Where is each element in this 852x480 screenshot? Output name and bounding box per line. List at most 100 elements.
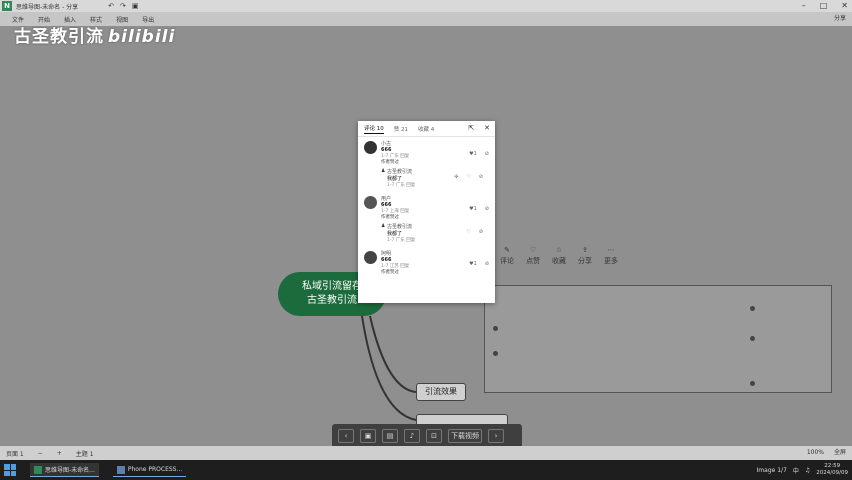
clock[interactable]: 22:59 2024/09/09 bbox=[816, 463, 848, 477]
volume-icon[interactable]: ♪ bbox=[404, 429, 420, 443]
share-icon: ⇪ bbox=[582, 246, 588, 254]
like-count: 1 bbox=[473, 151, 477, 157]
close-icon[interactable]: ✕ bbox=[841, 0, 848, 12]
image-dot bbox=[750, 306, 755, 311]
image-dot bbox=[750, 381, 755, 386]
zoom-level[interactable]: 100% bbox=[807, 446, 824, 460]
like-button[interactable]: ♥1 bbox=[469, 206, 477, 212]
image-dot bbox=[493, 351, 498, 356]
status-theme: 主题 1 bbox=[75, 450, 94, 458]
floating-toolbar: ✎ 评论 ♡ 点赞 ☆ 收藏 ⇪ 分享 ⋯ 更多 bbox=[500, 246, 618, 266]
tool-fav[interactable]: ☆ 收藏 bbox=[552, 246, 566, 266]
window-controls: – □ ✕ bbox=[802, 0, 848, 12]
window-title: 思维导图-未命名 - 分享 bbox=[16, 3, 79, 11]
reply-actions: ✣ ♡ ⊘ bbox=[454, 174, 483, 180]
taskbar-app-phone[interactable]: Phone PROCESS... bbox=[112, 464, 187, 477]
reply-item: ♟ 古圣教引流 我都了 1-7 广东 回复 ♡ ⊘ bbox=[381, 223, 489, 243]
status-bar: 页面 1 − + 主题 1 100% 全屏 bbox=[0, 446, 852, 460]
tool-like-label: 点赞 bbox=[526, 257, 540, 265]
tool-share[interactable]: ⇪ 分享 bbox=[578, 246, 592, 266]
avatar bbox=[364, 196, 377, 209]
tab-comments[interactable]: 评论 10 bbox=[364, 124, 384, 134]
tool-more-label: 更多 bbox=[604, 257, 618, 265]
max-icon[interactable]: □ bbox=[820, 0, 828, 12]
tool-comment[interactable]: ✎ 评论 bbox=[500, 246, 514, 266]
title-bar: N 思维导图-未命名 - 分享 ↶ ↷ ▣ – □ ✕ bbox=[0, 0, 852, 12]
tool-fav-label: 收藏 bbox=[552, 257, 566, 265]
comment-author: 阿明 bbox=[381, 251, 392, 257]
play-icon[interactable]: ▣ bbox=[360, 429, 376, 443]
fullscreen-button[interactable]: 全屏 bbox=[834, 446, 846, 460]
tray-status: Image 1/7 bbox=[756, 466, 787, 474]
taskbar-app-label: Phone PROCESS... bbox=[127, 466, 183, 473]
tool-comment-label: 评论 bbox=[500, 257, 514, 265]
popup-header: 评论 10 赞 21 收藏 4 ⇱ ✕ bbox=[358, 121, 495, 137]
capture-icon[interactable]: ⊡ bbox=[426, 429, 442, 443]
comment-item: 小古 666 1-7 广东 回复 作者赞过 ♥1 ⊘ ♟ 古圣教引流 我都了 1… bbox=[358, 137, 495, 188]
settings-icon[interactable]: ✣ bbox=[454, 174, 458, 180]
status-page-indicator[interactable]: 页面 1 bbox=[6, 449, 24, 458]
more-icon: ⋯ bbox=[607, 246, 615, 254]
heart-icon[interactable]: ♡ bbox=[466, 229, 470, 235]
system-tray: Image 1/7 中 ♫ 22:59 2024/09/09 bbox=[757, 460, 848, 480]
reply-meta[interactable]: 1-7 广东 回复 bbox=[387, 237, 489, 243]
reply-item: ♟ 古圣教引流 我都了 1-7 广东 回复 ✣ ♡ ⊘ bbox=[381, 168, 489, 188]
quick-toolbar: ↶ ↷ ▣ bbox=[108, 2, 138, 10]
dislike-icon[interactable]: ⊘ bbox=[485, 261, 489, 267]
dislike-icon[interactable]: ⊘ bbox=[479, 174, 483, 180]
mindmap-child-node[interactable]: 引流效果 bbox=[416, 383, 466, 401]
author-icon: ♟ bbox=[381, 168, 386, 174]
save-icon[interactable]: ▣ bbox=[132, 2, 139, 10]
dislike-icon[interactable]: ⊘ bbox=[479, 229, 483, 235]
dislike-icon[interactable]: ⊘ bbox=[485, 151, 489, 157]
watermark-text: 古圣教引流 bbox=[14, 27, 104, 47]
ime-indicator[interactable]: 中 bbox=[793, 466, 799, 475]
taskbar-app-mindmap[interactable]: 思维导图-未命名... bbox=[30, 463, 99, 477]
tool-more[interactable]: ⋯ 更多 bbox=[604, 246, 618, 266]
speaker-icon[interactable]: ♫ bbox=[805, 467, 810, 474]
avatar bbox=[364, 141, 377, 154]
tab-likes[interactable]: 赞 21 bbox=[394, 125, 408, 133]
tool-like[interactable]: ♡ 点赞 bbox=[526, 246, 540, 266]
min-icon[interactable]: – bbox=[802, 0, 806, 12]
comment-tag: 作者赞过 bbox=[381, 160, 399, 165]
like-button[interactable]: ♥1 bbox=[469, 151, 477, 157]
popup-header-icons: ⇱ ✕ bbox=[468, 124, 490, 132]
next-icon[interactable]: › bbox=[488, 429, 504, 443]
close-icon[interactable]: ✕ bbox=[484, 124, 490, 132]
bilibili-logo: bilibili bbox=[108, 27, 176, 47]
dislike-icon[interactable]: ⊘ bbox=[485, 206, 489, 212]
taskbar: 思维导图-未命名... Phone PROCESS... Image 1/7 中… bbox=[0, 460, 852, 480]
clock-time: 22:59 bbox=[824, 463, 841, 469]
tab-favorites[interactable]: 收藏 4 bbox=[418, 125, 434, 133]
pause-icon[interactable]: ▤ bbox=[382, 429, 398, 443]
undo-icon[interactable]: ↶ bbox=[108, 2, 114, 10]
comment-actions: ♥1 ⊘ bbox=[469, 261, 489, 267]
embedded-image-panel[interactable] bbox=[484, 285, 832, 393]
tool-share-label: 分享 bbox=[578, 257, 592, 265]
comment-icon: ✎ bbox=[504, 246, 510, 254]
comment-author: 用户 bbox=[381, 196, 392, 202]
prev-icon[interactable]: ‹ bbox=[338, 429, 354, 443]
reply-actions: ♡ ⊘ bbox=[466, 229, 483, 235]
comments-popup: 评论 10 赞 21 收藏 4 ⇱ ✕ 小古 666 1-7 广东 回复 作者赞… bbox=[358, 121, 495, 303]
share-button[interactable]: 分享 bbox=[834, 12, 846, 26]
redo-icon[interactable]: ↷ bbox=[120, 2, 126, 10]
like-button[interactable]: ♥1 bbox=[469, 261, 477, 267]
download-button[interactable]: 下载视频 bbox=[448, 429, 482, 443]
zoom-in-button[interactable]: + bbox=[57, 450, 62, 457]
clock-date: 2024/09/09 bbox=[816, 470, 848, 476]
heart-icon[interactable]: ♡ bbox=[466, 174, 470, 180]
pin-icon[interactable]: ⇱ bbox=[468, 124, 474, 132]
windows-start-icon[interactable] bbox=[4, 464, 16, 476]
like-icon: ♡ bbox=[529, 246, 537, 254]
comment-actions: ♥1 ⊘ bbox=[469, 206, 489, 212]
comment-author: 小古 bbox=[381, 141, 392, 147]
status-right: 100% 全屏 bbox=[807, 446, 846, 460]
author-icon: ♟ bbox=[381, 223, 386, 229]
phone-app-icon bbox=[116, 465, 125, 474]
watermark: 古圣教引流 bilibili bbox=[14, 22, 175, 47]
star-icon: ☆ bbox=[555, 246, 563, 254]
zoom-out-button[interactable]: − bbox=[38, 450, 43, 457]
reply-meta[interactable]: 1-7 广东 回复 bbox=[387, 182, 489, 188]
